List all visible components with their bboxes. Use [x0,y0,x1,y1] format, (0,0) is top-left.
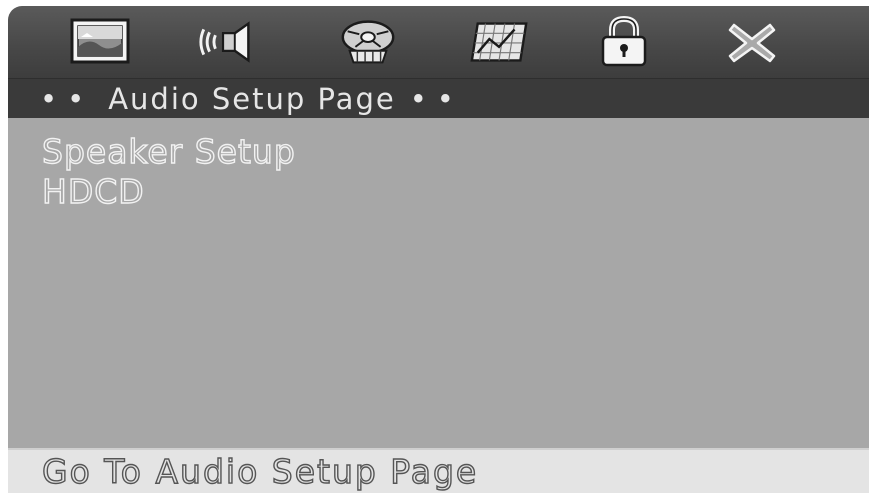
password-setup-icon[interactable] [592,14,656,70]
preference-setup-icon[interactable] [468,14,532,70]
title-dots-left: •• [40,82,95,116]
status-bar: Go To Audio Setup Page [8,448,869,493]
video-setup-icon[interactable] [336,14,400,70]
menu-item-speaker-setup[interactable]: Speaker Setup [41,133,296,170]
setup-icon-bar [8,6,869,78]
menu-item-hdcd[interactable]: HDCD [41,173,145,210]
general-setup-icon[interactable] [68,14,132,70]
audio-setup-menu: Speaker Setup HDCD [8,118,869,448]
page-title: Audio Setup Page [108,82,396,116]
setup-screen: •• Audio Setup Page •• Speaker Setup HDCD … [8,6,869,493]
exit-setup-icon[interactable] [720,14,784,70]
status-text: Go To Audio Setup Page [41,451,479,491]
page-title-bar: •• Audio Setup Page •• [8,78,869,119]
audio-setup-icon[interactable] [196,14,260,70]
title-dots-right: •• [409,82,464,116]
